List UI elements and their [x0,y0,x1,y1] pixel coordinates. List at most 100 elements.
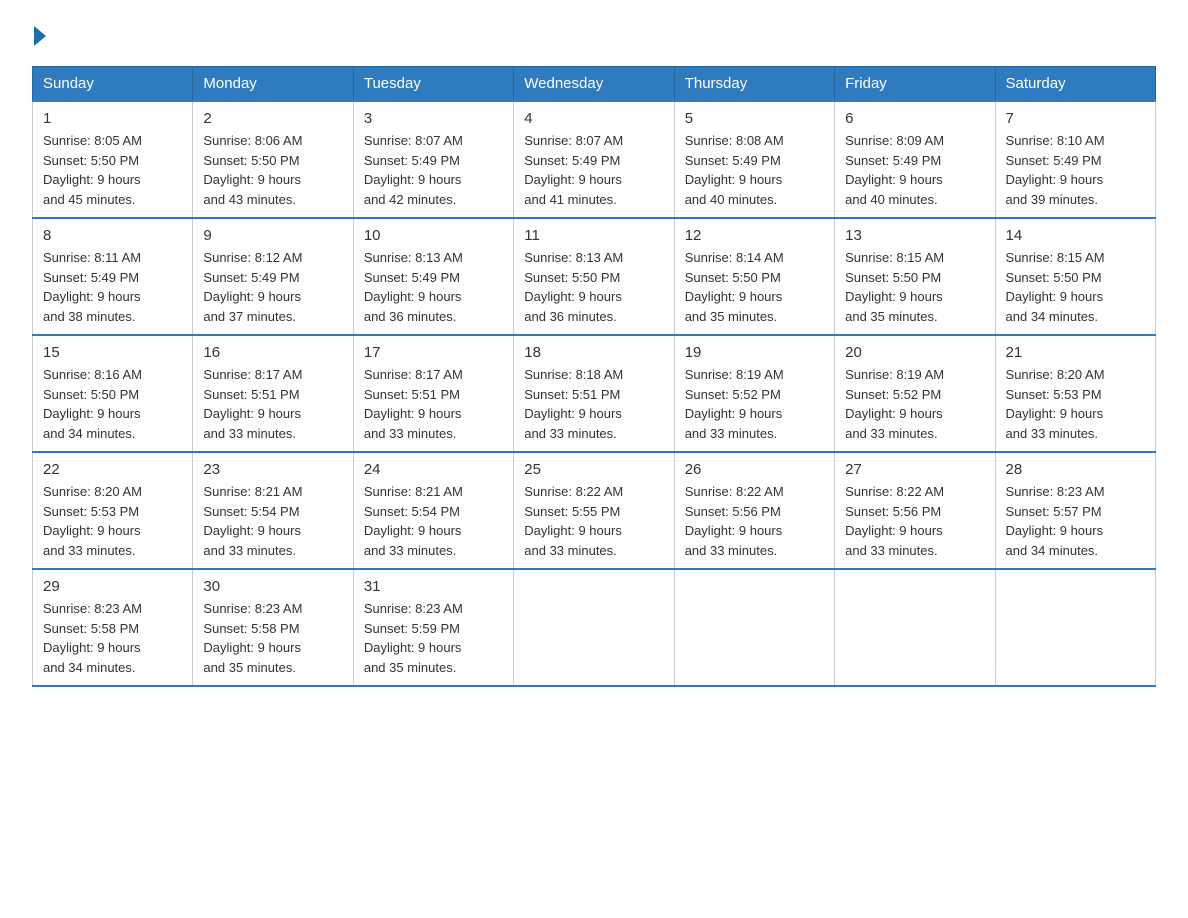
day-info: Sunrise: 8:17 AMSunset: 5:51 PMDaylight:… [364,365,503,443]
calendar-cell: 20 Sunrise: 8:19 AMSunset: 5:52 PMDayligh… [835,335,995,452]
col-header-friday: Friday [835,67,995,102]
calendar-cell: 15 Sunrise: 8:16 AMSunset: 5:50 PMDayligh… [33,335,193,452]
day-info: Sunrise: 8:11 AMSunset: 5:49 PMDaylight:… [43,248,182,326]
calendar-cell: 21 Sunrise: 8:20 AMSunset: 5:53 PMDayligh… [995,335,1155,452]
calendar-cell: 30 Sunrise: 8:23 AMSunset: 5:58 PMDayligh… [193,569,353,686]
day-number: 20 [845,344,984,361]
day-number: 22 [43,461,182,478]
calendar-table: SundayMondayTuesdayWednesdayThursdayFrid… [32,66,1156,687]
day-number: 25 [524,461,663,478]
day-info: Sunrise: 8:17 AMSunset: 5:51 PMDaylight:… [203,365,342,443]
day-info: Sunrise: 8:22 AMSunset: 5:55 PMDaylight:… [524,482,663,560]
calendar-cell [995,569,1155,686]
day-info: Sunrise: 8:13 AMSunset: 5:49 PMDaylight:… [364,248,503,326]
calendar-cell: 3 Sunrise: 8:07 AMSunset: 5:49 PMDaylight… [353,101,513,218]
day-number: 27 [845,461,984,478]
day-info: Sunrise: 8:09 AMSunset: 5:49 PMDaylight:… [845,131,984,209]
calendar-cell: 19 Sunrise: 8:19 AMSunset: 5:52 PMDayligh… [674,335,834,452]
calendar-week-row: 1Sunrise: 8:05 AMSunset: 5:50 PMDaylight… [33,101,1156,218]
calendar-cell: 5 Sunrise: 8:08 AMSunset: 5:49 PMDaylight… [674,101,834,218]
calendar-cell: 1Sunrise: 8:05 AMSunset: 5:50 PMDaylight… [33,101,193,218]
calendar-cell: 18Sunrise: 8:18 AMSunset: 5:51 PMDayligh… [514,335,674,452]
day-number: 7 [1006,110,1145,127]
calendar-week-row: 22 Sunrise: 8:20 AMSunset: 5:53 PMDayligh… [33,452,1156,569]
day-info: Sunrise: 8:14 AMSunset: 5:50 PMDaylight:… [685,248,824,326]
calendar-cell: 23 Sunrise: 8:21 AMSunset: 5:54 PMDayligh… [193,452,353,569]
day-info: Sunrise: 8:06 AMSunset: 5:50 PMDaylight:… [203,131,342,209]
day-number: 23 [203,461,342,478]
calendar-cell: 11 Sunrise: 8:13 AMSunset: 5:50 PMDayligh… [514,218,674,335]
day-number: 28 [1006,461,1145,478]
calendar-week-row: 29 Sunrise: 8:23 AMSunset: 5:58 PMDayligh… [33,569,1156,686]
day-info: Sunrise: 8:07 AMSunset: 5:49 PMDaylight:… [524,131,663,209]
day-number: 31 [364,578,503,595]
day-number: 6 [845,110,984,127]
day-info: Sunrise: 8:20 AMSunset: 5:53 PMDaylight:… [43,482,182,560]
day-info: Sunrise: 8:12 AMSunset: 5:49 PMDaylight:… [203,248,342,326]
day-number: 21 [1006,344,1145,361]
day-info: Sunrise: 8:05 AMSunset: 5:50 PMDaylight:… [43,131,182,209]
day-number: 11 [524,227,663,244]
calendar-cell: 16 Sunrise: 8:17 AMSunset: 5:51 PMDayligh… [193,335,353,452]
day-number: 17 [364,344,503,361]
day-number: 15 [43,344,182,361]
col-header-monday: Monday [193,67,353,102]
day-info: Sunrise: 8:23 AMSunset: 5:58 PMDaylight:… [43,599,182,677]
logo [32,24,46,46]
calendar-cell: 25 Sunrise: 8:22 AMSunset: 5:55 PMDayligh… [514,452,674,569]
col-header-tuesday: Tuesday [353,67,513,102]
day-info: Sunrise: 8:13 AMSunset: 5:50 PMDaylight:… [524,248,663,326]
calendar-cell: 10 Sunrise: 8:13 AMSunset: 5:49 PMDayligh… [353,218,513,335]
day-info: Sunrise: 8:18 AMSunset: 5:51 PMDaylight:… [524,365,663,443]
calendar-cell: 17 Sunrise: 8:17 AMSunset: 5:51 PMDayligh… [353,335,513,452]
calendar-cell: 14Sunrise: 8:15 AMSunset: 5:50 PMDayligh… [995,218,1155,335]
day-number: 12 [685,227,824,244]
calendar-cell [514,569,674,686]
calendar-week-row: 8 Sunrise: 8:11 AMSunset: 5:49 PMDaylight… [33,218,1156,335]
calendar-cell: 4 Sunrise: 8:07 AMSunset: 5:49 PMDaylight… [514,101,674,218]
day-number: 16 [203,344,342,361]
day-number: 3 [364,110,503,127]
day-info: Sunrise: 8:23 AMSunset: 5:58 PMDaylight:… [203,599,342,677]
calendar-cell: 7 Sunrise: 8:10 AMSunset: 5:49 PMDaylight… [995,101,1155,218]
day-info: Sunrise: 8:10 AMSunset: 5:49 PMDaylight:… [1006,131,1145,209]
day-number: 29 [43,578,182,595]
day-info: Sunrise: 8:19 AMSunset: 5:52 PMDaylight:… [845,365,984,443]
day-number: 4 [524,110,663,127]
day-number: 14 [1006,227,1145,244]
day-info: Sunrise: 8:21 AMSunset: 5:54 PMDaylight:… [364,482,503,560]
day-info: Sunrise: 8:19 AMSunset: 5:52 PMDaylight:… [685,365,824,443]
calendar-cell: 13 Sunrise: 8:15 AMSunset: 5:50 PMDayligh… [835,218,995,335]
day-number: 19 [685,344,824,361]
calendar-cell: 8 Sunrise: 8:11 AMSunset: 5:49 PMDaylight… [33,218,193,335]
logo-arrow-icon [34,26,46,46]
day-number: 8 [43,227,182,244]
day-number: 5 [685,110,824,127]
day-info: Sunrise: 8:20 AMSunset: 5:53 PMDaylight:… [1006,365,1145,443]
calendar-cell [674,569,834,686]
col-header-saturday: Saturday [995,67,1155,102]
day-info: Sunrise: 8:15 AMSunset: 5:50 PMDaylight:… [845,248,984,326]
calendar-cell: 28Sunrise: 8:23 AMSunset: 5:57 PMDayligh… [995,452,1155,569]
day-number: 13 [845,227,984,244]
calendar-header-row: SundayMondayTuesdayWednesdayThursdayFrid… [33,67,1156,102]
day-info: Sunrise: 8:21 AMSunset: 5:54 PMDaylight:… [203,482,342,560]
day-info: Sunrise: 8:07 AMSunset: 5:49 PMDaylight:… [364,131,503,209]
day-info: Sunrise: 8:22 AMSunset: 5:56 PMDaylight:… [845,482,984,560]
day-info: Sunrise: 8:08 AMSunset: 5:49 PMDaylight:… [685,131,824,209]
calendar-week-row: 15 Sunrise: 8:16 AMSunset: 5:50 PMDayligh… [33,335,1156,452]
calendar-cell: 24 Sunrise: 8:21 AMSunset: 5:54 PMDayligh… [353,452,513,569]
calendar-cell: 29 Sunrise: 8:23 AMSunset: 5:58 PMDayligh… [33,569,193,686]
page-header [32,24,1156,46]
col-header-sunday: Sunday [33,67,193,102]
day-number: 24 [364,461,503,478]
day-number: 10 [364,227,503,244]
day-info: Sunrise: 8:16 AMSunset: 5:50 PMDaylight:… [43,365,182,443]
calendar-cell: 31 Sunrise: 8:23 AMSunset: 5:59 PMDayligh… [353,569,513,686]
col-header-wednesday: Wednesday [514,67,674,102]
day-number: 30 [203,578,342,595]
day-info: Sunrise: 8:23 AMSunset: 5:59 PMDaylight:… [364,599,503,677]
day-number: 9 [203,227,342,244]
calendar-cell: 27 Sunrise: 8:22 AMSunset: 5:56 PMDayligh… [835,452,995,569]
calendar-cell: 9 Sunrise: 8:12 AMSunset: 5:49 PMDaylight… [193,218,353,335]
